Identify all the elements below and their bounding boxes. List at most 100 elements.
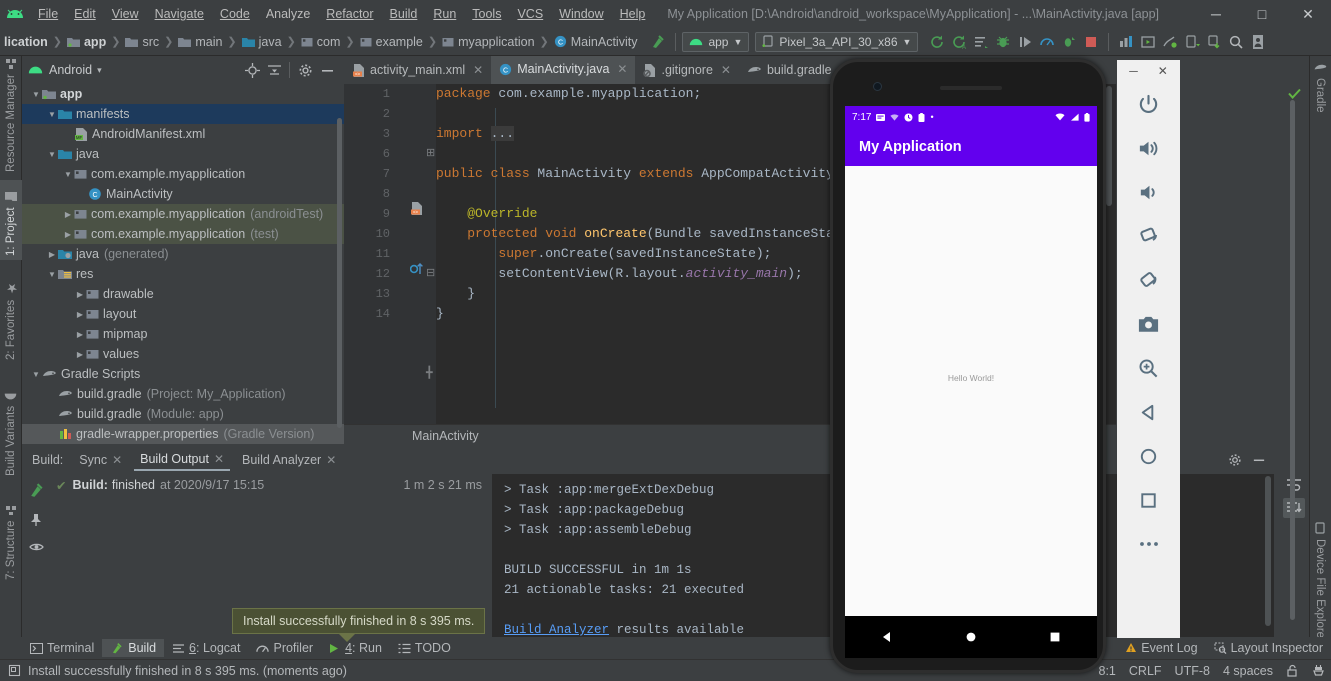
breadcrumb-com[interactable]: com bbox=[317, 35, 341, 49]
back-nav-icon[interactable] bbox=[881, 631, 893, 643]
expand-arrow-icon[interactable]: ▼ bbox=[62, 170, 74, 179]
tree-row-package-androidtest[interactable]: ▶ com.example.myapplication (androidTest… bbox=[22, 204, 344, 224]
sidebar-item-structure[interactable]: 7: Structure bbox=[0, 490, 22, 584]
emulator-close-button[interactable]: ✕ bbox=[1158, 64, 1168, 78]
stop-icon[interactable] bbox=[1080, 31, 1102, 53]
expand-arrow-icon[interactable]: ▶ bbox=[74, 290, 86, 299]
tree-row-package-test[interactable]: ▶ com.example.myapplication (test) bbox=[22, 224, 344, 244]
emulator-minimize-button[interactable]: ─ bbox=[1129, 64, 1138, 78]
bottom-tab-todo[interactable]: TODO bbox=[390, 639, 459, 657]
menu-view[interactable]: View bbox=[104, 3, 147, 25]
rotate-right-icon[interactable] bbox=[1117, 258, 1180, 302]
expand-arrow-icon[interactable]: ▶ bbox=[46, 250, 58, 259]
tree-row-values[interactable]: ▶ values bbox=[22, 344, 344, 364]
gear-icon[interactable] bbox=[1228, 453, 1242, 467]
expand-arrow-icon[interactable]: ▼ bbox=[30, 370, 42, 379]
inspection-icon[interactable] bbox=[1312, 664, 1325, 677]
tree-row-java-generated[interactable]: ▶ java (generated) bbox=[22, 244, 344, 264]
breadcrumb-example[interactable]: example bbox=[376, 35, 423, 49]
sidebar-item-device-file-explorer[interactable]: Device File Explorer bbox=[1309, 518, 1331, 648]
eye-icon[interactable] bbox=[28, 541, 44, 553]
app-content[interactable]: Hello World! bbox=[845, 166, 1097, 616]
window-minimize-button[interactable]: ─ bbox=[1193, 0, 1239, 28]
emulator-screen[interactable]: 7:17 • My Application Hello World! bbox=[845, 106, 1097, 616]
menu-vcs[interactable]: VCS bbox=[509, 3, 551, 25]
close-icon[interactable]: ✕ bbox=[473, 63, 483, 77]
sidebar-item-resource-manager[interactable]: Resource Manager bbox=[0, 59, 22, 176]
close-icon[interactable]: ✕ bbox=[214, 452, 224, 466]
overview-icon[interactable] bbox=[1117, 478, 1180, 522]
expand-arrow-icon[interactable]: ▶ bbox=[74, 330, 86, 339]
tree-row-gradle-scripts[interactable]: ▼ Gradle Scripts bbox=[22, 364, 344, 384]
run-class-gutter-icon[interactable]: <> bbox=[410, 202, 423, 215]
tree-row-build-gradle-module[interactable]: build.gradle (Module: app) bbox=[22, 404, 344, 424]
profiler-icon[interactable] bbox=[1036, 31, 1058, 53]
breadcrumb-main[interactable]: main bbox=[195, 35, 222, 49]
tab-build-gradle[interactable]: build.gradle bbox=[739, 56, 840, 84]
volume-up-icon[interactable] bbox=[1117, 126, 1180, 170]
close-icon[interactable]: ✕ bbox=[721, 63, 731, 77]
menu-refactor[interactable]: Refactor bbox=[318, 3, 381, 25]
project-tree[interactable]: ▼ app ▼ manifests MF AndroidManifest.xml… bbox=[22, 84, 344, 446]
gutter-markers[interactable]: <> ⊞ ⊟ ╋ bbox=[396, 84, 436, 424]
tree-row-mainactivity[interactable]: C MainActivity bbox=[22, 184, 344, 204]
tree-row-androidmanifest[interactable]: MF AndroidManifest.xml bbox=[22, 124, 344, 144]
sidebar-item-project[interactable]: 1: Project bbox=[0, 180, 22, 260]
layout-inspector-icon[interactable] bbox=[970, 31, 992, 53]
locate-icon[interactable] bbox=[241, 59, 263, 81]
power-icon[interactable] bbox=[1117, 82, 1180, 126]
avd-manager-icon[interactable]: A bbox=[948, 31, 970, 53]
sidebar-item-build-variants[interactable]: Build Variants bbox=[0, 374, 22, 480]
tree-row-mipmap[interactable]: ▶ mipmap bbox=[22, 324, 344, 344]
gradle-sync-icon[interactable] bbox=[1203, 31, 1225, 53]
console-scrollbar[interactable] bbox=[1265, 476, 1271, 626]
breadcrumb-mainactivity[interactable]: MainActivity bbox=[571, 35, 638, 49]
menu-window[interactable]: Window bbox=[551, 3, 611, 25]
sidebar-item-favorites[interactable]: 2: Favorites ★ bbox=[0, 270, 22, 364]
build-tab-build-output[interactable]: Build Output ✕ bbox=[134, 449, 230, 471]
bottom-tab-terminal[interactable]: Terminal bbox=[22, 639, 102, 657]
tree-row-res[interactable]: ▼ res bbox=[22, 264, 344, 284]
bottom-tab-event-log[interactable]: Event Log bbox=[1117, 639, 1205, 657]
build-analyzer-link[interactable]: Build Analyzer bbox=[504, 623, 609, 637]
home-icon[interactable] bbox=[1117, 434, 1180, 478]
expand-arrow-icon[interactable]: ▼ bbox=[30, 90, 42, 99]
zoom-icon[interactable] bbox=[1117, 346, 1180, 390]
device-selector[interactable]: Pixel_3a_API_30_x86 ▼ bbox=[755, 31, 919, 52]
menu-code[interactable]: Code bbox=[212, 3, 258, 25]
close-icon[interactable]: ✕ bbox=[617, 62, 627, 76]
override-method-gutter-icon[interactable] bbox=[410, 262, 425, 275]
menu-build[interactable]: Build bbox=[382, 3, 426, 25]
build-tab-build-analyzer[interactable]: Build Analyzer ✕ bbox=[236, 450, 342, 470]
window-close-button[interactable]: ✕ bbox=[1285, 0, 1331, 28]
build-tab-sync[interactable]: Sync ✕ bbox=[73, 450, 128, 470]
expand-arrow-icon[interactable]: ▼ bbox=[46, 270, 58, 279]
notification-icon[interactable] bbox=[8, 664, 21, 677]
avd-icon[interactable] bbox=[1137, 31, 1159, 53]
tree-row-java[interactable]: ▼ java bbox=[22, 144, 344, 164]
rotate-left-icon[interactable] bbox=[1117, 214, 1180, 258]
tree-row-drawable[interactable]: ▶ drawable bbox=[22, 284, 344, 304]
bottom-tab-profiler[interactable]: Profiler bbox=[248, 639, 321, 657]
tree-row-layout[interactable]: ▶ layout bbox=[22, 304, 344, 324]
user-icon[interactable] bbox=[1247, 31, 1269, 53]
unlock-icon[interactable] bbox=[1286, 664, 1299, 677]
project-view-title[interactable]: Android bbox=[49, 63, 92, 77]
close-icon[interactable]: ✕ bbox=[326, 453, 336, 467]
menu-file[interactable]: File bbox=[30, 3, 66, 25]
editor-breadcrumb-label[interactable]: MainActivity bbox=[412, 429, 479, 443]
close-icon[interactable]: ✕ bbox=[112, 453, 122, 467]
screenshot-icon[interactable] bbox=[1117, 302, 1180, 346]
menu-tools[interactable]: Tools bbox=[464, 3, 509, 25]
tree-row-package-main[interactable]: ▼ com.example.myapplication bbox=[22, 164, 344, 184]
volume-down-icon[interactable] bbox=[1117, 170, 1180, 214]
chevron-down-icon[interactable]: ▾ bbox=[97, 65, 102, 76]
bottom-tab-logcat[interactable]: 6: Logcat bbox=[164, 639, 248, 657]
tab-gitignore[interactable]: .gitignore ✕ bbox=[635, 56, 739, 84]
recents-nav-icon[interactable] bbox=[1049, 631, 1061, 643]
hide-icon[interactable] bbox=[1252, 453, 1266, 467]
menu-analyze[interactable]: Analyze bbox=[258, 3, 318, 25]
fold-plus-icon[interactable]: ⊞ bbox=[426, 146, 435, 159]
tree-row-app[interactable]: ▼ app bbox=[22, 84, 344, 104]
breadcrumb-app[interactable]: app bbox=[84, 35, 106, 49]
